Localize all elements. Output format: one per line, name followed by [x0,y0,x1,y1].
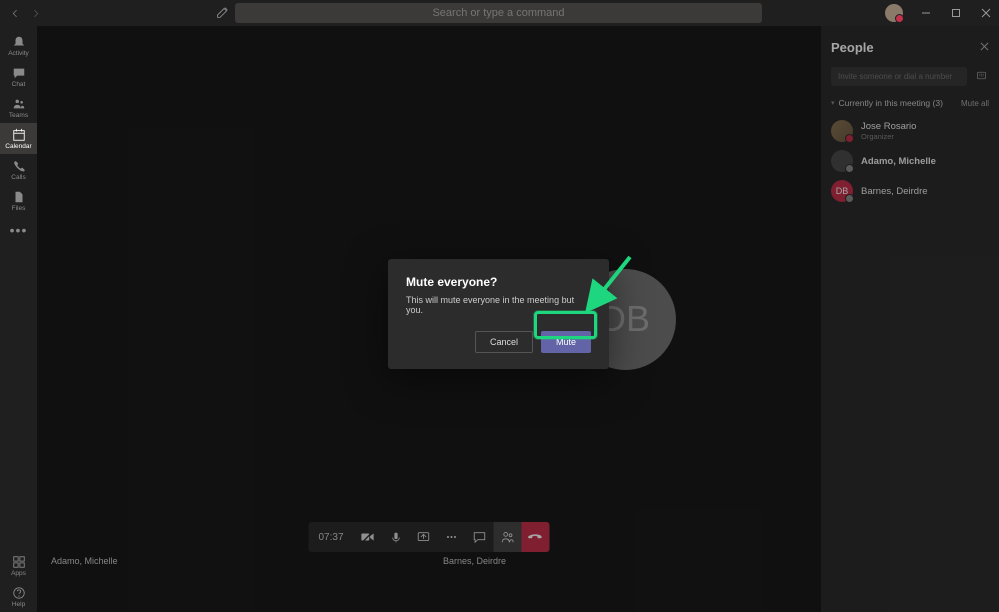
mute-all-button[interactable]: Mute all [961,99,989,108]
rail-apps-label: Apps [11,570,26,577]
search-input[interactable] [247,7,750,19]
person-item-organizer[interactable]: Jose Rosario Organizer [831,116,989,146]
rail-activity[interactable]: Activity [0,30,37,61]
invite-input[interactable] [831,67,967,86]
rail-files[interactable]: Files [0,185,37,216]
dialog-title: Mute everyone? [406,275,591,289]
search-box[interactable] [235,3,762,23]
rail-help[interactable]: Help [0,581,37,612]
person-item-2[interactable]: Adamo, Michelle [831,146,989,176]
current-user-avatar[interactable] [885,4,903,22]
person-role-1: Organizer [861,132,916,141]
nav-forward-button[interactable] [28,6,42,20]
window-maximize-button[interactable] [949,6,963,20]
person-name-1: Jose Rosario [861,121,916,132]
rail-calls[interactable]: Calls [0,154,37,185]
people-panel-title: People [831,40,874,55]
rail-files-label: Files [12,205,26,212]
person-name-3: Barnes, Deirdre [861,186,928,197]
rail-activity-label: Activity [8,50,29,57]
person-item-3[interactable]: DB Barnes, Deirdre [831,176,989,206]
new-message-icon[interactable] [216,6,230,20]
person-avatar-1 [831,120,853,142]
person-name-2: Adamo, Michelle [861,156,936,167]
rail-apps[interactable]: Apps [0,550,37,581]
dialog-mute-button[interactable]: Mute [541,331,591,353]
rail-calls-label: Calls [11,174,25,181]
rail-teams-label: Teams [9,112,28,119]
rail-chat-label: Chat [12,81,26,88]
dialog-cancel-button[interactable]: Cancel [475,331,533,353]
nav-back-button[interactable] [8,6,22,20]
mute-everyone-dialog: Mute everyone? This will mute everyone i… [388,259,609,369]
rail-chat[interactable]: Chat [0,61,37,92]
rail-teams[interactable]: Teams [0,92,37,123]
dialpad-icon[interactable] [973,67,989,83]
title-bar [0,0,999,26]
person-avatar-2 [831,150,853,172]
window-close-button[interactable] [979,6,993,20]
meeting-section-label[interactable]: Currently in this meeting (3) [831,98,943,108]
rail-calendar[interactable]: Calendar [0,123,37,154]
rail-more-button[interactable]: ••• [0,216,37,244]
dialog-text: This will mute everyone in the meeting b… [406,295,591,315]
people-panel-close-button[interactable] [980,42,989,54]
left-rail: Activity Chat Teams Calendar Calls Files… [0,26,37,612]
rail-calendar-label: Calendar [5,143,31,150]
people-panel: People Currently in this meeting (3) Mut… [821,26,999,612]
rail-help-label: Help [12,601,25,608]
person-avatar-3: DB [831,180,853,202]
window-minimize-button[interactable] [919,6,933,20]
